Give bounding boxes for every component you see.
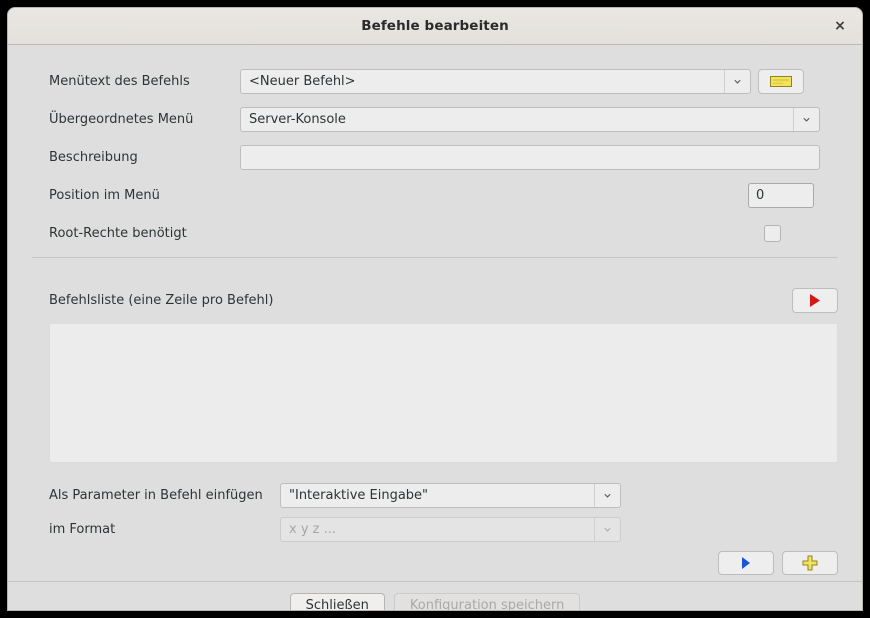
row-menu-position: Position im Menü 0 xyxy=(32,181,838,210)
command-list-textarea[interactable] xyxy=(49,323,838,463)
parameter-action-buttons xyxy=(49,551,838,575)
chevron-down-icon xyxy=(594,517,620,541)
chevron-down-icon[interactable] xyxy=(724,70,750,93)
label-menu-text: Menütext des Befehls xyxy=(49,74,190,89)
blue-play-icon xyxy=(742,557,750,569)
dialog-body: Menütext des Befehls <Neuer Befehl> Über… xyxy=(8,45,862,610)
yellow-plus-icon xyxy=(802,555,818,571)
page-title: Befehle bearbeiten xyxy=(361,18,509,34)
rename-tag-icon xyxy=(770,76,792,87)
chevron-down-glyph xyxy=(604,493,611,498)
label-menu-position: Position im Menü xyxy=(49,188,160,203)
label-description: Beschreibung xyxy=(49,150,138,165)
title-bar: Befehle bearbeiten × xyxy=(8,8,862,45)
parameter-format-combo[interactable]: x y z ... xyxy=(280,516,621,542)
description-input[interactable] xyxy=(240,145,820,170)
row-parameter-format: im Format x y z ... xyxy=(49,515,838,543)
parameter-controls: Als Parameter in Befehl einfügen "Intera… xyxy=(32,481,838,575)
command-list-header: Befehlsliste (eine Zeile pro Befehl) xyxy=(32,288,838,313)
dialog-footer: Schließen Konfiguration speichern xyxy=(8,581,862,610)
row-root-required: Root-Rechte benötigt xyxy=(32,219,838,248)
chevron-down-icon[interactable] xyxy=(594,483,620,507)
add-parameter-button[interactable] xyxy=(782,551,838,575)
insert-parameter-value: "Interaktive Eingabe" xyxy=(289,487,429,503)
parent-menu-value: Server-Konsole xyxy=(249,112,346,127)
label-command-list: Befehlsliste (eine Zeile pro Befehl) xyxy=(49,293,274,308)
chevron-down-glyph xyxy=(734,79,741,84)
chevron-down-glyph xyxy=(604,527,611,532)
rename-tag-button[interactable] xyxy=(758,69,804,94)
run-command-button[interactable] xyxy=(792,288,838,313)
chevron-down-icon[interactable] xyxy=(793,108,819,131)
label-root-required: Root-Rechte benötigt xyxy=(49,226,187,241)
row-parent-menu: Übergeordnetes Menü Server-Konsole xyxy=(32,105,838,134)
row-insert-parameter: Als Parameter in Befehl einfügen "Intera… xyxy=(49,481,838,509)
label-parameter-format: im Format xyxy=(49,521,116,537)
insert-parameter-button[interactable] xyxy=(718,551,774,575)
parameter-format-value: x y z ... xyxy=(289,521,337,537)
save-configuration-button[interactable]: Konfiguration speichern xyxy=(393,592,581,610)
menu-text-combo[interactable]: <Neuer Befehl> xyxy=(240,69,751,94)
root-required-checkbox[interactable] xyxy=(764,225,781,242)
command-list-section: Befehlsliste (eine Zeile pro Befehl) Als… xyxy=(8,270,862,581)
red-play-icon xyxy=(810,294,820,307)
dialog-window: Befehle bearbeiten × Menütext des Befehl… xyxy=(8,8,862,610)
row-menu-text: Menütext des Befehls <Neuer Befehl> xyxy=(32,67,838,96)
parent-menu-combo[interactable]: Server-Konsole xyxy=(240,107,820,132)
chevron-down-glyph xyxy=(803,117,810,122)
section-divider xyxy=(32,257,838,258)
menu-position-stepper[interactable]: 0 xyxy=(748,183,814,208)
label-parent-menu: Übergeordnetes Menü xyxy=(49,112,194,127)
close-icon[interactable]: × xyxy=(828,14,852,38)
command-properties-section: Menütext des Befehls <Neuer Befehl> Über… xyxy=(8,45,862,270)
menu-text-value: <Neuer Befehl> xyxy=(249,74,356,89)
label-insert-parameter: Als Parameter in Befehl einfügen xyxy=(49,487,263,503)
row-description: Beschreibung xyxy=(32,143,838,172)
insert-parameter-combo[interactable]: "Interaktive Eingabe" xyxy=(280,482,621,508)
close-button[interactable]: Schließen xyxy=(289,592,385,610)
